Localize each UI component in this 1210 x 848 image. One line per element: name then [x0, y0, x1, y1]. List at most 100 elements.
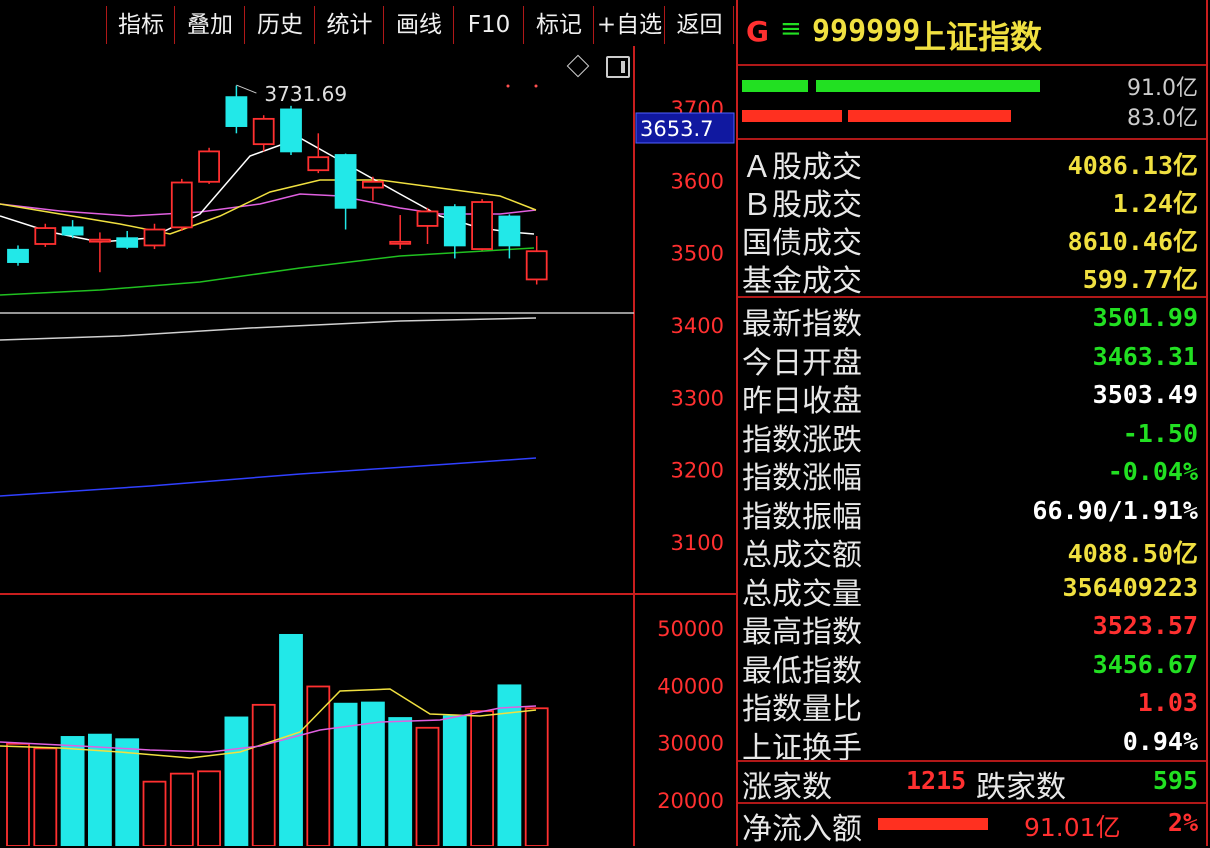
stat-value: 1.24亿	[1112, 189, 1198, 218]
up-count-label: 涨家数	[742, 770, 832, 805]
g-label: G	[746, 15, 769, 48]
high-annotation: 3731.69	[264, 82, 347, 106]
candle-body	[252, 117, 275, 146]
candle-body	[116, 237, 139, 248]
volume-bar	[388, 717, 413, 846]
buy-flow-bar	[742, 80, 1042, 92]
volume-bar	[115, 738, 140, 846]
toolbar-button-7[interactable]: 标记	[523, 6, 594, 44]
chart-toolbar: 指标 叠加 历史 统计 画线 F10 标记 +自选 返回	[0, 0, 736, 46]
stock-header: G ≡ 999999 上证指数	[740, 12, 1200, 58]
ma60-line	[0, 247, 535, 296]
stat-value: 356409223	[1062, 572, 1198, 602]
volume-bar	[33, 747, 58, 846]
volume-bar	[524, 707, 549, 846]
volume-bar	[497, 684, 522, 846]
stat-value: -1.50	[1122, 418, 1198, 448]
stat-label: 指数涨幅	[742, 461, 862, 496]
stat-label: 指数涨跌	[742, 422, 862, 458]
sell-flow-bar	[742, 110, 1042, 122]
price-tick-label: 3600	[671, 169, 724, 193]
annotation-leader	[236, 84, 257, 94]
current-price-label: 3653.7	[640, 117, 713, 141]
marker-dot	[506, 84, 510, 88]
panel-divider	[736, 0, 738, 846]
candle-body	[198, 150, 221, 183]
candle-body	[89, 238, 111, 243]
toolbar-button-2[interactable]: 叠加	[174, 6, 245, 44]
volume-bar	[415, 726, 440, 846]
volume-tick-label: 20000	[657, 789, 724, 813]
candle-body	[280, 108, 302, 153]
stat-label: 总成交额	[742, 538, 862, 573]
stat-value: 599.77亿	[1082, 265, 1198, 294]
candle-body	[416, 210, 439, 227]
volume-bar	[306, 685, 331, 846]
candle-body	[361, 180, 384, 189]
menu-icon[interactable]: ≡	[780, 14, 802, 44]
stat-value: 3463.31	[1092, 341, 1198, 371]
candle-body	[307, 156, 330, 172]
volume-bar	[470, 710, 495, 846]
separator	[738, 296, 1206, 298]
netflow-bar	[878, 818, 988, 830]
price-chart[interactable]: 3731.6937003600350034003300320031003653.…	[0, 46, 736, 846]
stat-label: 最低指数	[742, 653, 862, 689]
candle-body	[471, 201, 494, 250]
stat-label: 最高指数	[742, 615, 862, 650]
toolbar-button-8[interactable]: +自选	[593, 6, 665, 44]
stat-value: 0.94%	[1122, 726, 1198, 756]
candle-body	[170, 181, 193, 229]
candle-body	[225, 96, 248, 127]
stat-value: 8610.46亿	[1067, 227, 1198, 256]
volume-tick-label: 50000	[657, 617, 724, 641]
sell-flow-value: 83.0亿	[1127, 106, 1198, 131]
candle-body	[498, 215, 521, 247]
stock-name: 上证指数	[914, 18, 1043, 56]
candle-body	[389, 240, 412, 245]
volume-tick-label: 30000	[657, 732, 724, 756]
price-tick-label: 3300	[671, 386, 724, 410]
down-count-label: 跌家数	[976, 770, 1066, 805]
toolbar-button-6[interactable]: F10	[453, 6, 524, 44]
stock-code: 999999	[812, 14, 921, 49]
stat-label: 基金成交	[742, 264, 862, 299]
toolbar-button-1[interactable]: 指标	[106, 6, 175, 44]
stat-value: 3523.57	[1092, 611, 1198, 640]
toolbar-button-5[interactable]: 画线	[383, 6, 454, 44]
ma250-line	[0, 457, 537, 497]
toolbar-button-3[interactable]: 历史	[244, 6, 315, 44]
netflow-pct: 2%	[1167, 808, 1198, 837]
price-tick-label: 3100	[671, 531, 724, 555]
price-tick-label: 3500	[671, 242, 724, 266]
stat-label: 今日开盘	[742, 345, 862, 381]
volume-bar	[142, 780, 167, 846]
stat-label: 指数量比	[742, 692, 862, 727]
separator	[738, 64, 1206, 66]
stat-label: 总成交量	[742, 576, 862, 612]
netflow-value: 91.01亿	[1024, 813, 1121, 842]
volume-bar	[60, 736, 85, 846]
stat-value: 3456.67	[1092, 649, 1198, 679]
candle-body	[7, 248, 29, 263]
buy-flow-value: 91.0亿	[1127, 76, 1198, 101]
stat-label: 昨日收盘	[742, 384, 862, 419]
stat-value: 4088.50亿	[1067, 539, 1198, 568]
price-tick-label: 3400	[671, 314, 724, 338]
stat-value: 1.03	[1137, 688, 1198, 717]
price-tick-label: 3200	[671, 459, 724, 483]
volume-bar	[224, 716, 249, 846]
stat-value: 3503.49	[1092, 380, 1198, 409]
stat-value: 66.90/1.91%	[1032, 495, 1198, 525]
panel-toggle-icon[interactable]	[606, 56, 630, 78]
toolbar-button-9[interactable]: 返回	[664, 6, 734, 44]
panel-border	[1206, 0, 1208, 846]
candle-body	[525, 250, 548, 281]
volume-bar	[251, 703, 276, 846]
candle-body	[34, 227, 57, 245]
stat-value: -0.04%	[1107, 457, 1198, 486]
stat-value: 3501.99	[1092, 303, 1198, 332]
marker-dot	[534, 84, 538, 88]
up-count-value: 1215	[906, 766, 967, 795]
toolbar-button-4[interactable]: 统计	[314, 6, 384, 44]
